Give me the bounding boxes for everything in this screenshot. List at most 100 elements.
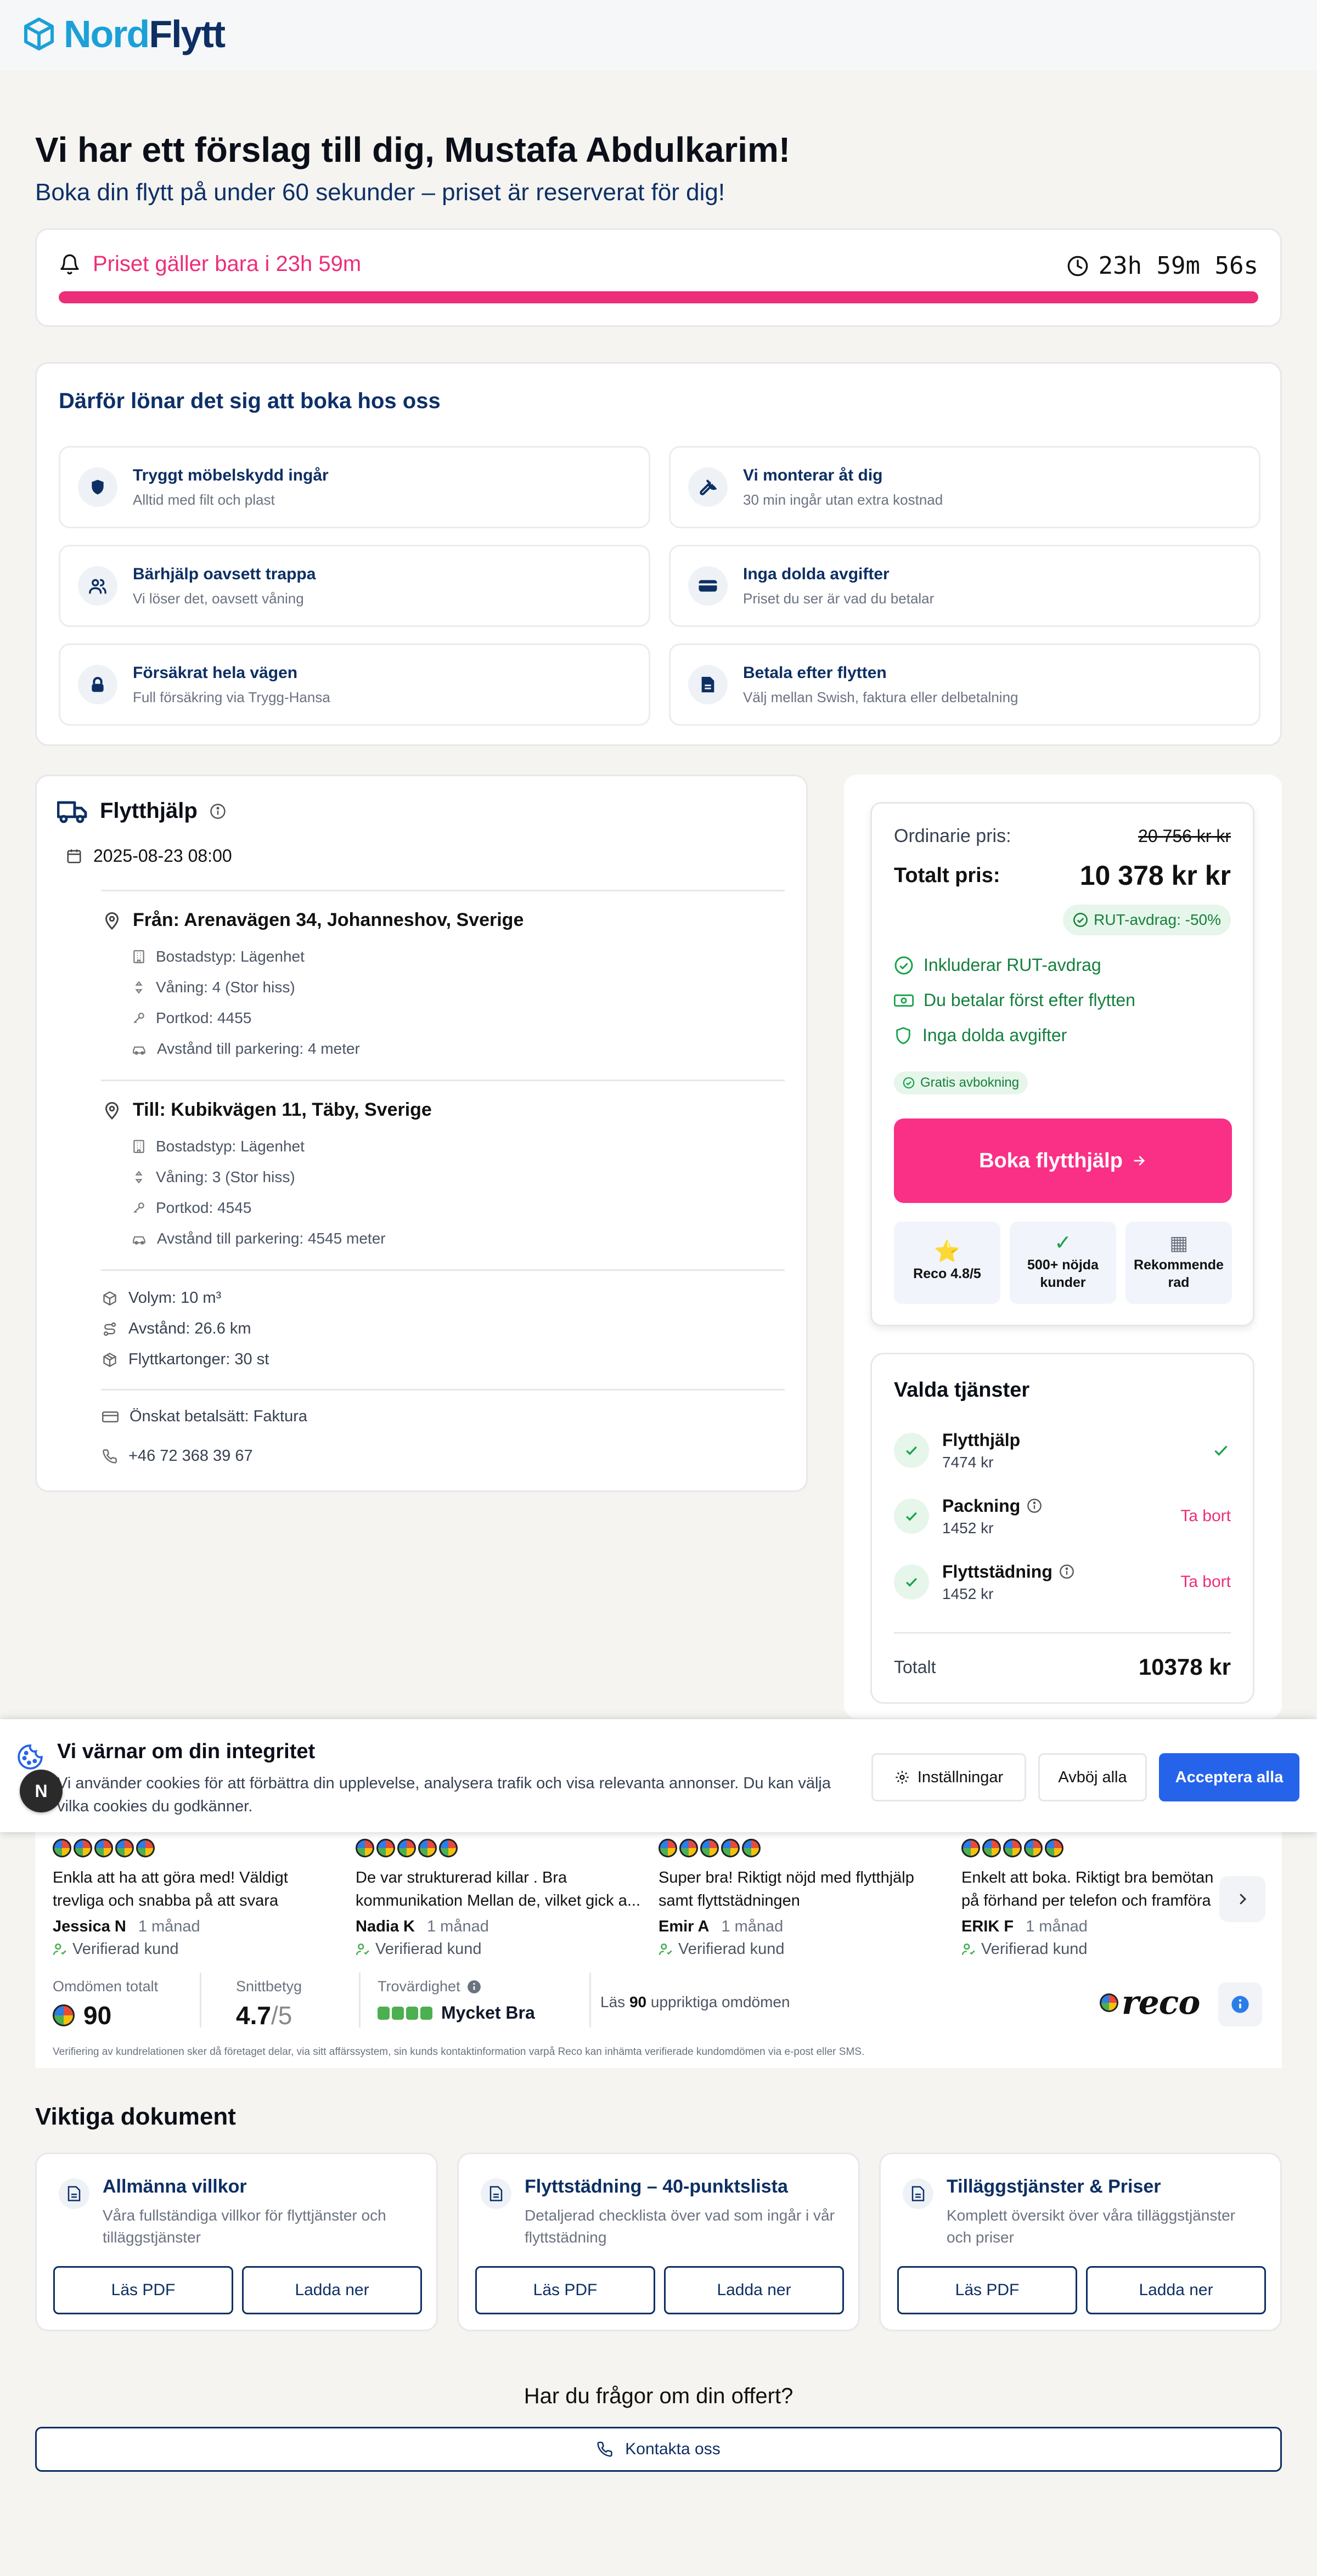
read-reviews-link[interactable]: Läs 90 uppriktiga omdömen xyxy=(600,1993,790,2011)
reco-info-button[interactable] xyxy=(1218,1982,1262,2026)
key-icon xyxy=(132,1201,146,1215)
check-pay-after-text: Du betalar först efter flytten xyxy=(924,990,1135,1010)
divider xyxy=(101,890,785,891)
book-button[interactable]: Boka flytthjälp xyxy=(894,1118,1232,1203)
cookie-reject-button[interactable]: Avböj alla xyxy=(1038,1753,1147,1801)
check-rut: Inkluderar RUT-avdrag xyxy=(894,955,1101,975)
review-card[interactable]: Super bra! Riktigt nöjd med flytthjälp s… xyxy=(658,1839,944,1958)
download-button[interactable]: Ladda ner xyxy=(664,2266,844,2314)
cookie-accept-label: Acceptera alla xyxy=(1175,1768,1284,1786)
cookie-accept-button[interactable]: Acceptera alla xyxy=(1159,1753,1299,1801)
cookie-banner: Vi värnar om din integritet Vi använder … xyxy=(0,1719,1317,1832)
people-icon xyxy=(78,566,117,606)
recommended-badge: ▦ Rekommenderad xyxy=(1125,1222,1232,1304)
review-date: 1 månad xyxy=(721,1918,784,1935)
rut-text: RUT-avdrag: -50% xyxy=(1094,911,1221,928)
document-sub: Våra fullständiga villkor för flyttjänst… xyxy=(103,2207,386,2246)
total-price-row: Totalt pris: 10 378 kr kr xyxy=(894,860,1231,891)
benefit-item: Vi monterar åt dig 30 min ingår utan extr… xyxy=(669,446,1260,528)
download-button[interactable]: Ladda ner xyxy=(1086,2266,1266,2314)
benefit-title: Inga dolda avgifter xyxy=(743,564,890,583)
review-text: Super bra! Riktigt nöjd med flytthjälp s… xyxy=(658,1869,914,1910)
book-button-label: Boka flytthjälp xyxy=(979,1149,1123,1172)
check-icon xyxy=(894,1433,929,1468)
read-reviews-count: 90 xyxy=(629,1993,647,2010)
stat-trust-row: Mycket Bra xyxy=(378,2003,535,2023)
review-text: Enkla att ha att göra med! Väldigt trevl… xyxy=(53,1869,288,1910)
review-meta: Emir A 1 månad xyxy=(658,1918,944,1936)
rating-icons xyxy=(658,1839,944,1857)
document-sub: Detaljerad checklista över vad som ingår… xyxy=(525,2207,835,2246)
divider xyxy=(101,1080,785,1081)
check-rut-text: Inkluderar RUT-avdrag xyxy=(924,955,1101,975)
avatar[interactable]: N xyxy=(20,1770,63,1812)
to-code-text: Portkod: 4545 xyxy=(156,1199,252,1216)
review-card[interactable]: Enkelt att boka. Riktigt bra bemötande p… xyxy=(961,1839,1214,1958)
divider xyxy=(200,1973,201,2027)
check-circle-icon xyxy=(1073,912,1088,928)
rating-icons xyxy=(961,1839,1214,1857)
boxes-text: Flyttkartonger: 30 st xyxy=(128,1351,269,1368)
verified-row: Verifierad kund xyxy=(961,1940,1214,1958)
stat-trust-value: Mycket Bra xyxy=(441,2003,535,2023)
free-cancel-badge: Gratis avbokning xyxy=(894,1071,1028,1094)
contact-question: Har du frågor om din offert? xyxy=(524,2384,793,2408)
info-icon[interactable] xyxy=(1027,1498,1042,1513)
contact-button[interactable]: Kontakta oss xyxy=(35,2427,1282,2472)
countdown-text: 23h 59m 56s xyxy=(1098,252,1258,280)
service-row: Flytthjälp 7474 kr xyxy=(894,1426,1231,1475)
selected-services-card: Valda tjänster Flytthjälp 7474 kr Packnin… xyxy=(870,1353,1254,1704)
verified-text: Verifierad kund xyxy=(72,1940,179,1958)
reco-logo-mark xyxy=(1100,1993,1118,2012)
date-row: 2025-08-23 08:00 xyxy=(66,846,232,866)
cookie-settings-button[interactable]: Inställningar xyxy=(871,1753,1026,1801)
benefit-title: Bärhjälp oavsett trappa xyxy=(133,564,316,583)
benefit-sub: Priset du ser är vad du betalar xyxy=(743,590,935,607)
divider xyxy=(589,1973,591,2027)
read-pdf-button[interactable]: Läs PDF xyxy=(475,2266,655,2314)
reco-rating-icon xyxy=(53,2004,75,2026)
cookie-title: Vi värnar om din integritet xyxy=(57,1740,316,1763)
review-meta: Nadia K 1 månad xyxy=(356,1918,641,1936)
volume-text: Volym: 10 m³ xyxy=(128,1289,222,1307)
verified-user-icon xyxy=(658,1942,673,1957)
next-review-button[interactable] xyxy=(1219,1876,1265,1922)
remove-cleaning-button[interactable]: Ta bort xyxy=(1180,1573,1231,1591)
info-icon[interactable] xyxy=(210,803,226,820)
review-card[interactable]: De var strukturerad killar . Bra kommuni… xyxy=(356,1839,641,1958)
timer-progress-fill xyxy=(59,291,1258,303)
elevator-icon xyxy=(132,980,146,995)
review-card[interactable]: Enkla att ha att göra med! Väldigt trevl… xyxy=(53,1839,338,1958)
verified-row: Verifierad kund xyxy=(53,1940,338,1958)
info-filled-icon xyxy=(1231,1995,1250,2014)
download-button[interactable]: Ladda ner xyxy=(242,2266,422,2314)
arrow-right-icon xyxy=(1132,1153,1147,1168)
brand-logo[interactable]: NordFlytt xyxy=(24,12,226,56)
services-title: Valda tjänster xyxy=(894,1379,1030,1402)
card-icon xyxy=(688,566,728,606)
info-filled-icon[interactable] xyxy=(467,1980,481,1994)
review-text: Enkelt att boka. Riktigt bra bemötande p… xyxy=(961,1869,1214,1910)
reco-logo[interactable]: reco xyxy=(1100,1984,1200,2022)
review-date: 1 månad xyxy=(138,1918,200,1935)
read-pdf-button[interactable]: Läs PDF xyxy=(897,2266,1077,2314)
divider xyxy=(101,1269,785,1271)
read-pdf-button[interactable]: Läs PDF xyxy=(53,2266,233,2314)
service-name-row: Flyttstädning xyxy=(942,1562,1074,1582)
remove-packing-button[interactable]: Ta bort xyxy=(1180,1507,1231,1526)
review-text: De var strukturerad killar . Bra kommuni… xyxy=(356,1869,640,1910)
reviews-disclaimer: Verifiering av kundrelationen sker då fö… xyxy=(53,2046,865,2058)
info-icon[interactable] xyxy=(1059,1564,1074,1579)
from-housing: Bostadstyp: Lägenhet xyxy=(132,948,305,965)
cube-icon xyxy=(24,18,54,50)
from-code: Portkod: 4455 xyxy=(132,1009,251,1027)
stat-total-row: 90 xyxy=(53,2001,158,2030)
to-parking: Avstånd till parkering: 4545 meter xyxy=(132,1230,386,1247)
services-total-row: Totalt 10378 kr xyxy=(894,1654,1231,1680)
cookie-settings-label: Inställningar xyxy=(917,1768,1004,1786)
from-address: Från: Arenavägen 34, Johanneshov, Sverig… xyxy=(133,909,524,930)
brand-nord: Nord xyxy=(64,13,150,55)
map-pin-icon xyxy=(102,911,122,930)
check-icon xyxy=(1211,1440,1231,1460)
benefit-item: Inga dolda avgifter Priset du ser är vad … xyxy=(669,545,1260,627)
